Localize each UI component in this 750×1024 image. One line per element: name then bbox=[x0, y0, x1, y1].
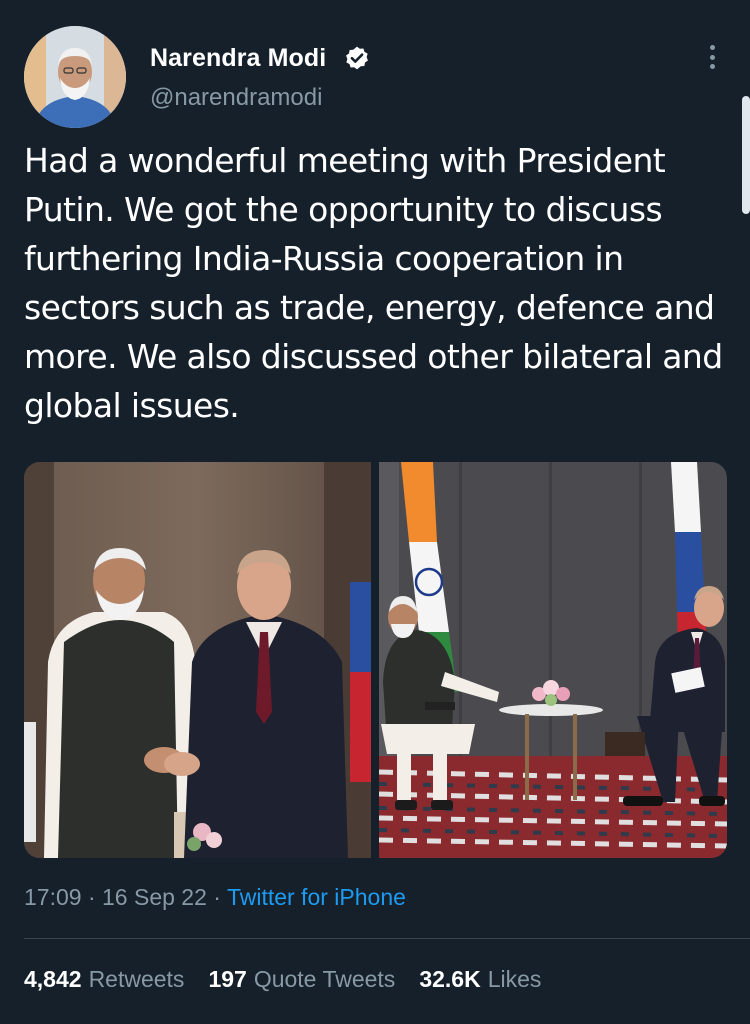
quote-tweets-stat[interactable]: 197 Quote Tweets bbox=[208, 966, 395, 993]
tweet-text: Had a wonderful meeting with President P… bbox=[24, 141, 723, 425]
retweets-count: 4,842 bbox=[24, 966, 82, 992]
avatar-image bbox=[24, 26, 126, 128]
meta-separator: · bbox=[87, 884, 96, 910]
author-display-name[interactable]: Narendra Modi bbox=[150, 44, 326, 73]
more-vertical-icon[interactable] bbox=[700, 42, 724, 72]
photo-meeting-image bbox=[379, 462, 727, 858]
tweet-meta: 17:09 · 16 Sep 22 · Twitter for iPhone bbox=[24, 884, 406, 911]
retweets-label: Retweets bbox=[88, 966, 185, 992]
retweets-stat[interactable]: 4,842 Retweets bbox=[24, 966, 184, 993]
likes-stat[interactable]: 32.6K Likes bbox=[419, 966, 541, 993]
scrollbar-thumb[interactable] bbox=[742, 96, 750, 214]
media-photo-meeting[interactable] bbox=[379, 462, 727, 858]
tweet-date[interactable]: 16 Sep 22 bbox=[102, 884, 207, 910]
photo-handshake-image bbox=[24, 462, 371, 858]
likes-count: 32.6K bbox=[419, 966, 481, 992]
more-dot bbox=[709, 64, 715, 69]
tweet-media bbox=[24, 462, 727, 858]
likes-label: Likes bbox=[487, 966, 542, 992]
avatar[interactable] bbox=[24, 26, 126, 128]
meta-separator: · bbox=[213, 884, 221, 910]
tweet-stats: 4,842 Retweets 197 Quote Tweets 32.6K Likes bbox=[24, 966, 541, 993]
tweet-source-link[interactable]: Twitter for iPhone bbox=[227, 884, 406, 910]
more-dot bbox=[709, 45, 715, 50]
tweet-time[interactable]: 17:09 bbox=[24, 884, 82, 910]
tweet-detail: Narendra Modi @narendramodi Had a wonder… bbox=[0, 0, 750, 1024]
verified-badge-icon bbox=[346, 46, 368, 70]
more-dot bbox=[709, 54, 715, 60]
quote-tweets-count: 197 bbox=[208, 966, 247, 992]
quote-tweets-label: Quote Tweets bbox=[253, 966, 396, 992]
media-photo-handshake[interactable] bbox=[24, 462, 371, 858]
divider bbox=[24, 938, 750, 939]
author-handle[interactable]: @narendramodi bbox=[150, 84, 322, 112]
